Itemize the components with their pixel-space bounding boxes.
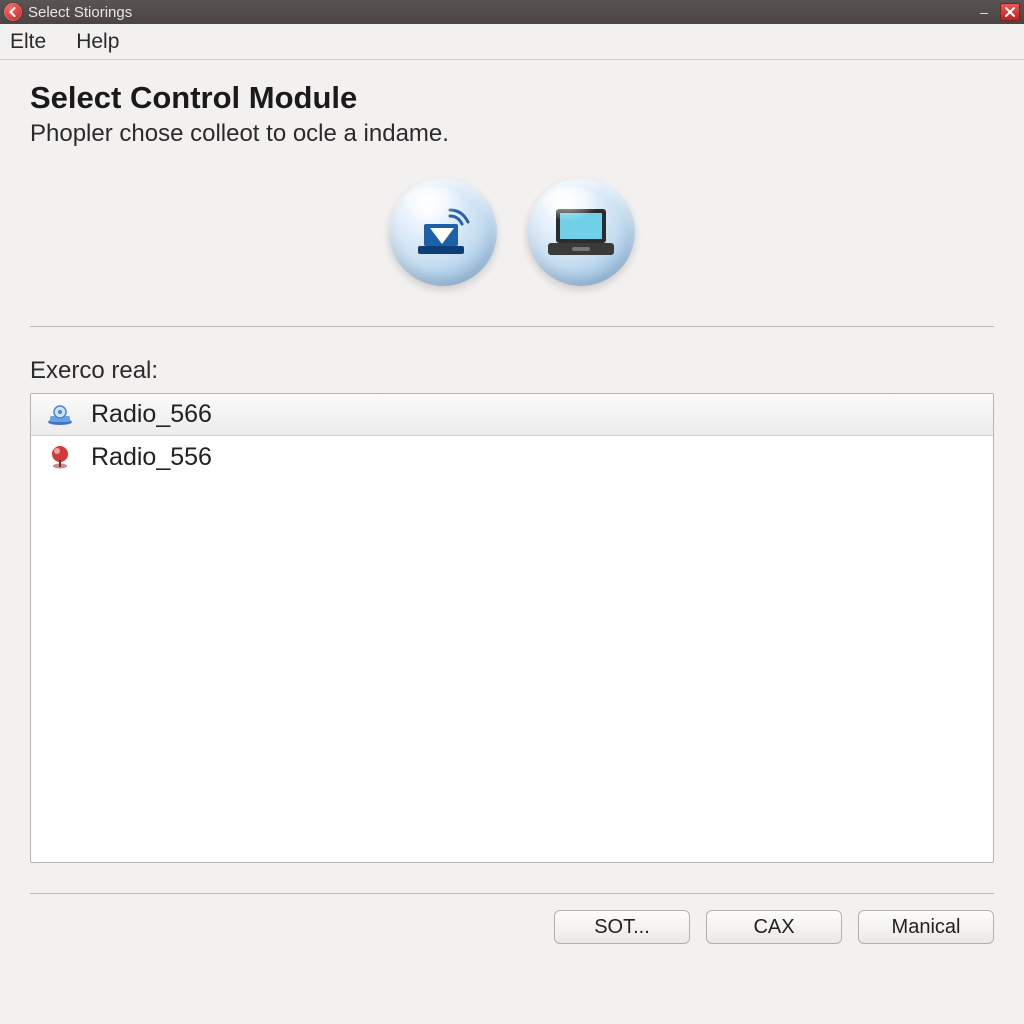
list-item-label: Radio_566 bbox=[91, 400, 212, 429]
list-item[interactable]: Radio_566 bbox=[31, 394, 993, 436]
list-item-label: Radio_556 bbox=[91, 443, 212, 472]
menu-item-help[interactable]: Help bbox=[76, 30, 119, 54]
cax-button[interactable]: CAX bbox=[706, 910, 842, 944]
minimize-button[interactable]: – bbox=[974, 3, 994, 21]
page-subtitle: Phopler chose colleot to ocle a indame. bbox=[30, 120, 994, 148]
titlebar: Select Stiorings – bbox=[0, 0, 1024, 24]
close-button[interactable] bbox=[1000, 3, 1020, 21]
manical-button[interactable]: Manical bbox=[858, 910, 994, 944]
separator-top bbox=[30, 326, 994, 327]
footer-button-row: SOT... CAX Manical bbox=[0, 910, 1024, 952]
device-blue-icon bbox=[45, 402, 75, 428]
separator-bottom bbox=[30, 893, 994, 894]
page-title: Select Control Module bbox=[30, 80, 994, 116]
list-label: Exerco real: bbox=[30, 357, 994, 385]
module-option-wireless[interactable] bbox=[389, 178, 497, 286]
content-area: Select Control Module Phopler chose coll… bbox=[0, 60, 1024, 894]
list-item[interactable]: Radio_556 bbox=[31, 436, 993, 478]
back-icon[interactable] bbox=[4, 3, 22, 21]
module-icon-row bbox=[30, 178, 994, 286]
window-title: Select Stiorings bbox=[28, 4, 968, 21]
pin-red-icon bbox=[45, 444, 75, 470]
laptop-icon bbox=[542, 203, 620, 261]
device-listbox[interactable]: Radio_566 Radio_556 bbox=[30, 393, 994, 863]
menubar: Elte Help bbox=[0, 24, 1024, 60]
menu-item-elte[interactable]: Elte bbox=[10, 30, 46, 54]
laptop-wireless-icon bbox=[410, 204, 476, 260]
sot-button[interactable]: SOT... bbox=[554, 910, 690, 944]
module-option-laptop[interactable] bbox=[527, 178, 635, 286]
